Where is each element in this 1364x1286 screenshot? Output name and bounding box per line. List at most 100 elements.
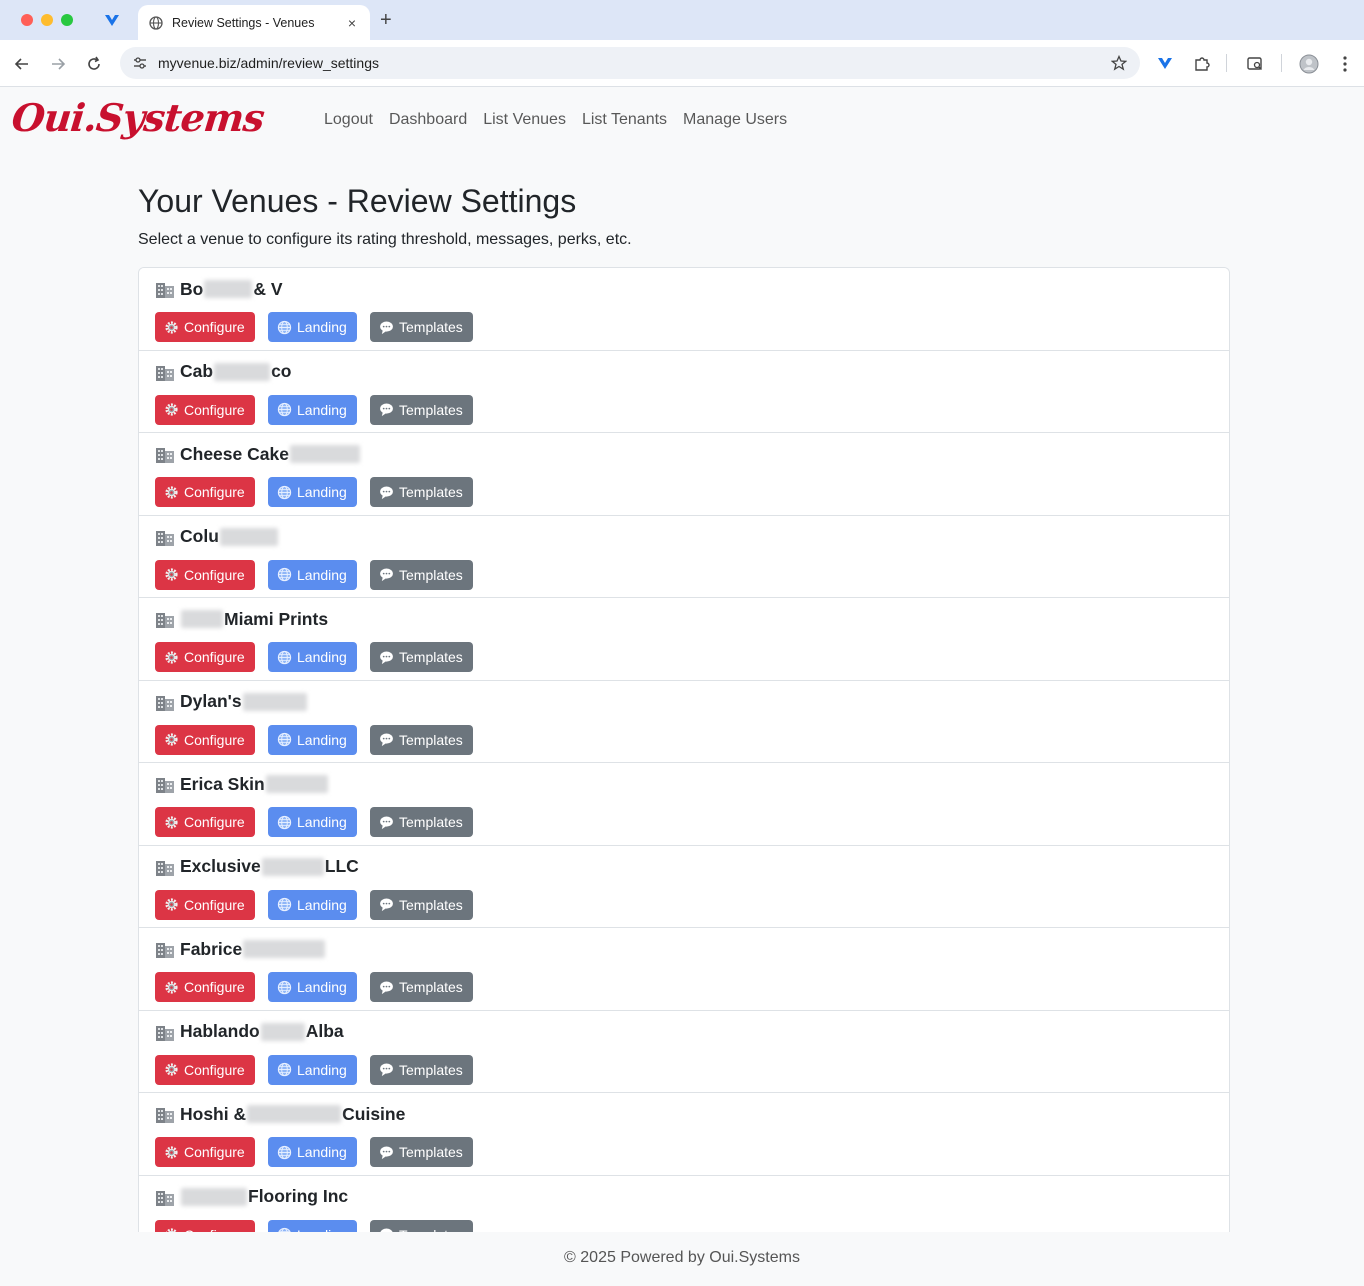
- url-text: myvenue.biz/admin/review_settings: [158, 55, 379, 71]
- bookmark-star-icon[interactable]: [1110, 54, 1128, 72]
- landing-button[interactable]: Landing: [268, 1137, 357, 1167]
- venue-name: Miami Prints: [155, 608, 1213, 630]
- tab-title: Review Settings - Venues: [172, 15, 315, 30]
- venue-name: Colu: [155, 526, 1213, 548]
- templates-button[interactable]: Templates: [370, 889, 473, 920]
- templates-button[interactable]: Templates: [370, 1219, 473, 1232]
- profile-avatar-icon[interactable]: [1297, 52, 1321, 76]
- templates-button[interactable]: Templates: [370, 1137, 473, 1167]
- venue-name-text: Hablando: [180, 1021, 260, 1041]
- minimize-window-button[interactable]: [41, 14, 53, 26]
- nav-list-tenants-link[interactable]: List Tenants: [574, 110, 675, 130]
- pinned-tab[interactable]: [100, 9, 124, 33]
- venue-actions: Configure Landing Templates: [155, 312, 1213, 342]
- configure-button[interactable]: Configure: [155, 477, 255, 507]
- gear-icon: [164, 980, 179, 995]
- landing-button[interactable]: Landing: [268, 394, 357, 425]
- redacted-text: [219, 527, 278, 546]
- templates-button[interactable]: Templates: [370, 724, 473, 755]
- puzzle-extensions-icon[interactable]: [1190, 52, 1214, 76]
- speech-bubble-icon: [379, 485, 394, 500]
- nav-manage-users-link[interactable]: Manage Users: [675, 110, 795, 130]
- landing-button[interactable]: Landing: [268, 312, 357, 342]
- venue-name: Hoshi & Cuisine: [155, 1103, 1213, 1125]
- templates-button[interactable]: Templates: [370, 642, 473, 672]
- venue-name: Flooring Inc: [155, 1186, 1213, 1208]
- tab-active[interactable]: Review Settings - Venues ×: [138, 5, 370, 40]
- configure-button[interactable]: Configure: [155, 559, 255, 590]
- templates-button[interactable]: Templates: [370, 1054, 473, 1085]
- address-bar[interactable]: myvenue.biz/admin/review_settings: [120, 47, 1140, 79]
- configure-button[interactable]: Configure: [155, 972, 255, 1002]
- nav-list-venues-link[interactable]: List Venues: [475, 110, 574, 130]
- configure-button[interactable]: Configure: [155, 807, 255, 837]
- new-tab-button[interactable]: +: [380, 10, 392, 30]
- templates-label: Templates: [399, 1061, 463, 1078]
- configure-button[interactable]: Configure: [155, 1219, 255, 1232]
- nav-dashboard-link[interactable]: Dashboard: [381, 110, 475, 130]
- brand-logo[interactable]: Oui.Systems: [10, 95, 266, 140]
- nav-logout-link[interactable]: Logout: [316, 110, 381, 130]
- templates-button[interactable]: Templates: [370, 312, 473, 342]
- extension-logo-icon[interactable]: [1153, 52, 1177, 76]
- close-window-button[interactable]: [21, 14, 33, 26]
- landing-button[interactable]: Landing: [268, 642, 357, 672]
- gear-icon: [164, 1145, 179, 1160]
- configure-label: Configure: [184, 1144, 245, 1160]
- landing-button[interactable]: Landing: [268, 807, 357, 837]
- venue-row: Colu Configure Landing Templates: [139, 515, 1229, 598]
- landing-button[interactable]: Landing: [268, 889, 357, 920]
- gear-icon: [164, 732, 179, 747]
- configure-button[interactable]: Configure: [155, 889, 255, 920]
- redacted-text: [214, 362, 271, 381]
- nav-links: Logout Dashboard List Venues List Tenant…: [316, 110, 795, 130]
- landing-button[interactable]: Landing: [268, 1054, 357, 1085]
- landing-button[interactable]: Landing: [268, 972, 357, 1002]
- templates-label: Templates: [399, 319, 463, 335]
- redacted-text: [260, 1022, 305, 1041]
- redacted-text: [265, 775, 328, 793]
- reload-icon[interactable]: [82, 52, 106, 76]
- configure-button[interactable]: Configure: [155, 1137, 255, 1167]
- landing-button[interactable]: Landing: [268, 559, 357, 590]
- venue-name: Dylan's: [155, 691, 1213, 713]
- venue-row: Flooring Inc Configure Landing Templates: [139, 1175, 1229, 1233]
- site-settings-icon[interactable]: [132, 55, 148, 71]
- back-arrow-icon[interactable]: [10, 52, 34, 76]
- templates-button[interactable]: Templates: [370, 477, 473, 507]
- venue-name-text: Hoshi &: [180, 1103, 247, 1124]
- configure-button[interactable]: Configure: [155, 642, 255, 672]
- maximize-window-button[interactable]: [61, 14, 73, 26]
- tab-search-icon[interactable]: [1243, 52, 1267, 76]
- templates-button[interactable]: Templates: [370, 394, 473, 425]
- configure-button[interactable]: Configure: [155, 1054, 255, 1085]
- configure-button[interactable]: Configure: [155, 312, 255, 342]
- configure-button[interactable]: Configure: [155, 394, 255, 425]
- landing-button[interactable]: Landing: [268, 1219, 357, 1233]
- venue-row: Fabrice Configure Landing Templates: [139, 928, 1229, 1011]
- landing-button[interactable]: Landing: [268, 724, 357, 755]
- templates-button[interactable]: Templates: [370, 559, 473, 590]
- venue-row: Bo & V Configure Landing Templates: [139, 268, 1229, 351]
- templates-label: Templates: [399, 979, 463, 995]
- main-header: Your Venues - Review Settings Select a v…: [138, 182, 1230, 250]
- building-icon: [155, 1023, 175, 1041]
- templates-label: Templates: [399, 814, 463, 830]
- forward-arrow-icon[interactable]: [46, 52, 70, 76]
- tab-close-icon[interactable]: ×: [344, 15, 360, 31]
- templates-button[interactable]: Templates: [370, 807, 473, 837]
- speech-bubble-icon: [379, 650, 394, 665]
- configure-button[interactable]: Configure: [155, 724, 255, 755]
- venue-name-text: Exclusive: [180, 856, 261, 876]
- gear-icon: [164, 1227, 179, 1232]
- venue-name: Cheese Cake: [155, 443, 1213, 465]
- configure-label: Configure: [184, 896, 245, 913]
- landing-label: Landing: [297, 319, 347, 335]
- templates-button[interactable]: Templates: [370, 972, 473, 1002]
- landing-label: Landing: [297, 731, 347, 748]
- building-icon: [155, 363, 175, 381]
- venue-actions: Configure Landing Templates: [155, 889, 1213, 920]
- landing-button[interactable]: Landing: [268, 477, 357, 507]
- browser-menu-icon[interactable]: [1333, 52, 1357, 76]
- landing-label: Landing: [297, 1227, 347, 1233]
